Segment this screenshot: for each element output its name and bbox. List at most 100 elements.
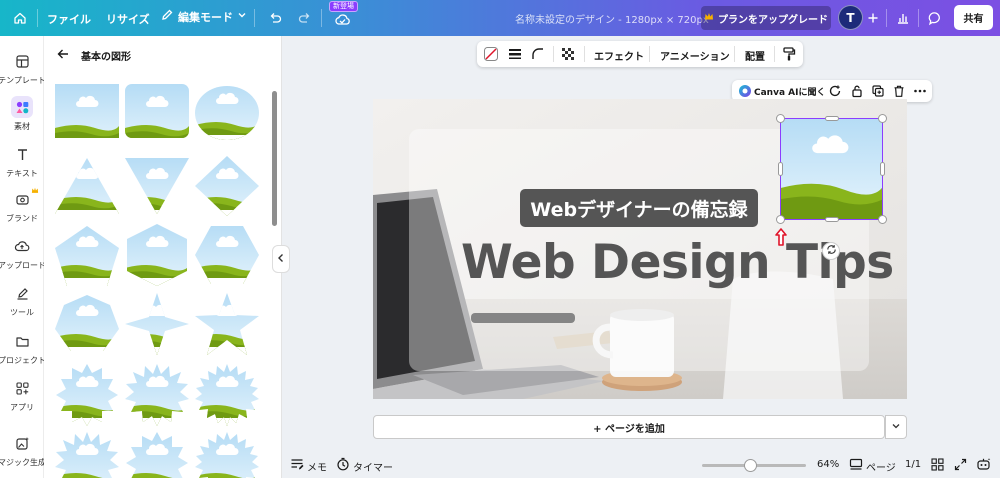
avatar[interactable]: T — [838, 5, 863, 30]
rail-item-uploads[interactable]: アップロード — [0, 235, 46, 271]
shape-hexagon-vertical[interactable] — [125, 224, 189, 288]
separator — [584, 46, 585, 62]
shape-burst-partial[interactable] — [125, 432, 189, 478]
shape-burst-partial[interactable] — [55, 432, 119, 478]
upgrade-plan-button[interactable]: プランをアップグレード — [701, 6, 831, 30]
brand-icon — [11, 187, 39, 210]
resize-menu[interactable]: リサイズ — [106, 11, 150, 27]
separator — [553, 46, 554, 62]
chevron-down-icon — [891, 421, 901, 434]
canva-ai-button[interactable]: Canva AIに聞く — [754, 85, 825, 98]
line-weight-icon[interactable] — [507, 46, 523, 65]
shape-inverted-triangle[interactable] — [125, 156, 189, 220]
plus-icon[interactable] — [864, 9, 882, 27]
cloud-save-icon[interactable] — [333, 10, 351, 28]
fullscreen-icon[interactable] — [954, 458, 967, 474]
arrow-up-icon — [775, 228, 787, 246]
selection-frame — [780, 118, 883, 220]
shape-square[interactable] — [55, 84, 119, 148]
share-button[interactable]: 共有 — [954, 5, 993, 30]
canvas-title[interactable]: Web Design Tips — [461, 235, 894, 290]
assistant-icon[interactable] — [976, 457, 991, 474]
more-options-icon[interactable] — [913, 84, 927, 101]
transparency-icon[interactable] — [560, 46, 576, 65]
file-menu[interactable]: ファイル — [47, 11, 91, 27]
no-color-icon[interactable] — [483, 46, 499, 65]
redo-icon[interactable] — [295, 9, 313, 27]
resize-handle-bottom-left[interactable] — [776, 215, 785, 224]
shape-star-five[interactable] — [195, 293, 259, 357]
shape-heptagon[interactable] — [55, 293, 119, 357]
rail-item-label: アプリ — [10, 403, 34, 412]
animate-button[interactable]: アニメーション — [660, 48, 730, 63]
effects-button[interactable]: エフェクト — [594, 48, 644, 63]
rail-item-apps[interactable]: アプリ — [0, 377, 44, 413]
shape-burst-12[interactable] — [55, 364, 119, 428]
bar-chart-icon[interactable] — [894, 9, 912, 27]
document-title[interactable]: 名称未設定のデザイン - 1280px × 720px — [515, 11, 709, 26]
add-page-button[interactable]: + ページを追加 — [373, 415, 885, 439]
resize-handle-top[interactable] — [825, 116, 839, 121]
resize-handle-top-right[interactable] — [878, 114, 887, 123]
resize-handle-bottom[interactable] — [825, 217, 839, 222]
rotate-icon — [826, 244, 837, 258]
separator — [886, 9, 887, 27]
chevron-down-icon — [237, 10, 247, 23]
arrow-left-icon[interactable] — [55, 46, 71, 62]
rotate-handle[interactable] — [822, 242, 840, 260]
shape-star-four[interactable] — [125, 293, 189, 357]
shape-pentagon[interactable] — [55, 224, 119, 288]
rail-item-text[interactable]: テキスト — [0, 143, 44, 179]
shape-diamond[interactable] — [195, 156, 259, 220]
shape-rounded-square[interactable] — [125, 84, 189, 148]
pages-button[interactable]: ページ — [866, 459, 896, 474]
folder-icon — [11, 330, 33, 352]
separator — [918, 9, 919, 27]
text-icon — [11, 143, 33, 165]
add-page-dropdown[interactable] — [885, 415, 907, 439]
magic-image-icon — [11, 432, 33, 454]
grid-view-icon[interactable] — [931, 458, 944, 474]
apps-icon — [11, 377, 33, 399]
rail-item-tools[interactable]: ツール — [0, 282, 44, 318]
notes-button[interactable]: メモ — [307, 459, 327, 474]
canvas-subtitle[interactable]: Webデザイナーの備忘録 — [520, 189, 758, 227]
shape-circle[interactable] — [195, 81, 259, 145]
shape-triangle[interactable] — [55, 156, 119, 220]
resize-handle-bottom-right[interactable] — [878, 215, 887, 224]
undo-icon[interactable] — [266, 9, 284, 27]
resize-handle-left[interactable] — [778, 162, 783, 176]
corner-rounding-icon[interactable] — [530, 46, 546, 65]
edit-mode-menu[interactable]: 編集モード — [160, 8, 247, 25]
rail-item-templates[interactable]: テンプレート — [0, 50, 46, 86]
rail-item-magic-media[interactable]: マジック生成 — [0, 432, 46, 468]
position-button[interactable]: 配置 — [745, 48, 765, 63]
zoom-level[interactable]: 64% — [817, 459, 839, 470]
shape-burst-14[interactable] — [125, 364, 189, 428]
rail-item-label: ツール — [10, 308, 34, 317]
upgrade-plan-label: プランをアップグレード — [718, 14, 828, 26]
rail-item-label: マジック生成 — [0, 458, 46, 467]
panel-scrollbar[interactable] — [272, 91, 277, 226]
notes-icon[interactable] — [290, 458, 304, 474]
separator — [37, 9, 38, 27]
resize-handle-top-left[interactable] — [776, 114, 785, 123]
home-icon[interactable] — [11, 9, 29, 27]
timer-icon[interactable] — [336, 457, 350, 474]
shape-hexagon[interactable] — [195, 224, 259, 288]
collapse-panel-button[interactable] — [272, 245, 290, 273]
shape-burst-partial[interactable] — [195, 432, 259, 478]
timer-button[interactable]: タイマー — [353, 459, 393, 474]
rail-item-projects[interactable]: プロジェクト — [0, 330, 46, 366]
paint-roller-icon[interactable] — [781, 46, 797, 65]
draw-icon — [11, 282, 33, 304]
rail-item-label: ブランド — [6, 214, 38, 223]
shape-burst-20[interactable] — [195, 364, 259, 428]
comment-icon[interactable] — [926, 9, 944, 27]
chevron-left-icon — [277, 253, 285, 266]
rail-item-elements[interactable]: 素材 — [0, 96, 44, 132]
rail-item-brand[interactable]: ブランド — [0, 187, 44, 224]
pages-icon[interactable] — [849, 458, 863, 474]
rail-item-label: アップロード — [0, 261, 46, 270]
resize-handle-right[interactable] — [880, 162, 885, 176]
